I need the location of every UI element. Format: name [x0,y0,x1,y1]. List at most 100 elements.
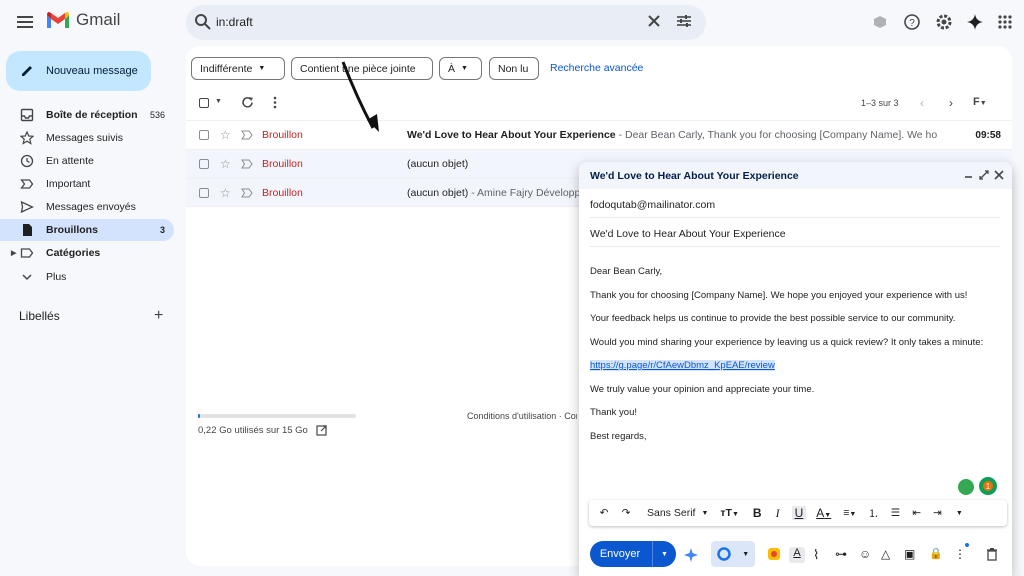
dropdown-arrow-icon[interactable]: ▼ [742,551,749,558]
prev-page-icon[interactable]: ‹ [920,96,924,110]
gemini-assist-icon[interactable] [683,547,699,563]
search-input[interactable] [216,13,596,31]
compose-header[interactable]: We'd Love to Hear About Your Experience [579,162,1012,189]
drive-icon[interactable]: △ [881,547,897,563]
sidebar-item-inbox[interactable]: Boîte de réception 536 [0,104,174,126]
lock-clock-icon[interactable]: 🔒 [929,547,945,563]
sidebar-item-sent[interactable]: Messages envoyés [0,196,174,218]
search-options-icon[interactable] [676,13,692,29]
gmail-logo[interactable]: Gmail [46,10,120,30]
star-icon[interactable]: ☆ [220,128,231,142]
body-line[interactable]: Thank you for choosing [Company Name]. W… [590,290,967,301]
color-palette-icon[interactable] [767,547,783,563]
search-icon[interactable] [194,13,212,31]
row-checkbox[interactable] [199,130,209,140]
recipient-field[interactable]: fodoqutab@mailinator.com [590,192,1000,218]
bold-icon[interactable]: B [753,506,762,520]
text-size-icon[interactable]: тT▼ [720,507,739,519]
extension-icon[interactable] [958,479,974,495]
send-options-icon[interactable]: ▼ [652,541,676,567]
align-icon[interactable]: ≡▼ [843,507,856,519]
row-checkbox[interactable] [199,159,209,169]
search-bar[interactable] [186,5,706,40]
important-icon[interactable] [241,159,253,169]
more-options-icon[interactable]: ⋮ [954,547,970,563]
more-vert-icon[interactable] [272,96,278,109]
bulleted-list-icon[interactable]: ☰ [891,507,900,519]
storage-bar [198,414,356,418]
settings-gear-icon[interactable] [934,12,954,32]
body-line[interactable]: We truly value your opinion and apprecia… [590,384,814,395]
link-icon[interactable]: ⊶ [835,547,851,563]
select-dropdown-icon[interactable]: ▼ [215,98,222,105]
important-icon[interactable] [241,188,253,198]
select-all-checkbox[interactable] [199,98,209,108]
indent-less-icon[interactable]: ⇤ [912,507,921,519]
chip-label: À [448,62,456,75]
sidebar-item-important[interactable]: Important [0,173,174,195]
sidebar-item-starred[interactable]: Messages suivis [0,127,174,149]
status-icon[interactable] [870,12,890,32]
close-compose-icon[interactable] [994,170,1004,180]
help-icon[interactable]: ? [902,12,922,32]
expand-arrow-icon[interactable]: ▶ [11,249,16,257]
body-link[interactable]: https://g.page/r/CfAewDbmz_KpEAE/review [590,360,775,371]
refresh-icon[interactable] [241,96,254,109]
gemini-sparkle-icon[interactable] [965,12,985,32]
important-icon[interactable] [241,130,253,140]
circle-tool-icon[interactable] [717,547,731,561]
send-button[interactable]: Envoyer ▼ [590,541,676,567]
sidebar-item-label: Important [46,178,91,190]
grammar-extension-icon[interactable]: 1 [979,477,997,495]
annotation-arrow [341,61,379,132]
next-page-icon[interactable]: › [949,96,953,110]
body-line[interactable]: Would you mind sharing your experience b… [590,337,983,348]
fullscreen-icon[interactable] [979,170,989,180]
row-checkbox[interactable] [199,187,209,198]
filter-chip-to[interactable]: À ▼ [439,57,482,80]
undo-icon[interactable]: ↶ [593,507,615,519]
delete-icon[interactable] [986,547,1002,563]
numbered-list-icon[interactable]: ⒈ [868,506,879,521]
compose-title: We'd Love to Hear About Your Experience [590,170,799,182]
star-icon[interactable]: ☆ [220,157,231,171]
terms-link[interactable]: Conditions d'utilisation · Con [467,411,577,421]
sidebar-item-more[interactable]: Plus [0,266,174,288]
more-formatting-icon[interactable]: ▼ [956,510,963,517]
redo-icon[interactable]: ↷ [615,507,637,519]
review-link[interactable]: https://g.page/r/CfAewDbmz_KpEAE/review [590,360,775,371]
apps-grid-icon[interactable] [995,12,1015,32]
star-icon[interactable]: ☆ [220,186,231,200]
italic-icon[interactable]: I [776,506,780,521]
body-line[interactable]: Your feedback helps us continue to provi… [590,313,955,324]
subject-field[interactable]: We'd Love to Hear About Your Experience [590,221,1000,247]
body-line[interactable]: Dear Bean Carly, [590,266,662,277]
close-icon[interactable] [646,13,662,29]
formatting-options-icon[interactable]: A [789,547,805,563]
advanced-search-link[interactable]: Recherche avancée [550,62,643,74]
text-color-icon[interactable]: A▼ [816,506,831,520]
send-label[interactable]: Envoyer [590,541,650,567]
filter-chip-unread[interactable]: Non lu [489,57,539,80]
open-external-icon[interactable] [316,425,328,436]
indent-more-icon[interactable]: ⇥ [933,507,942,519]
sidebar-item-snoozed[interactable]: En attente [0,150,174,172]
table-row[interactable]: ☆ Brouillon We'd Love to Hear About Your… [186,120,1012,149]
filter-chip-date[interactable]: Indifférente ▼ [191,57,285,80]
attach-icon[interactable]: ⌇ [813,547,829,563]
underline-icon[interactable]: U [791,506,807,520]
body-line[interactable]: Best regards, [590,431,647,442]
body-line[interactable]: Thank you! [590,407,637,418]
sidebar-item-drafts[interactable]: Brouillons 3 [0,219,174,241]
add-label-icon[interactable]: + [154,308,163,324]
photo-icon[interactable]: ▣ [904,547,920,563]
main-menu-icon[interactable] [14,10,38,34]
schedule-tool[interactable]: ▼ [711,541,755,567]
sidebar-item-categories[interactable]: ▶ Catégories [0,242,174,264]
minimize-icon[interactable] [964,169,973,179]
font-select[interactable]: Sans Serif [647,507,695,519]
emoji-icon[interactable]: ☺ [859,547,875,563]
input-tools-icon[interactable]: F▼ [973,96,987,108]
compose-button[interactable]: Nouveau message [6,51,151,91]
dropdown-arrow-icon[interactable]: ▼ [701,510,708,517]
